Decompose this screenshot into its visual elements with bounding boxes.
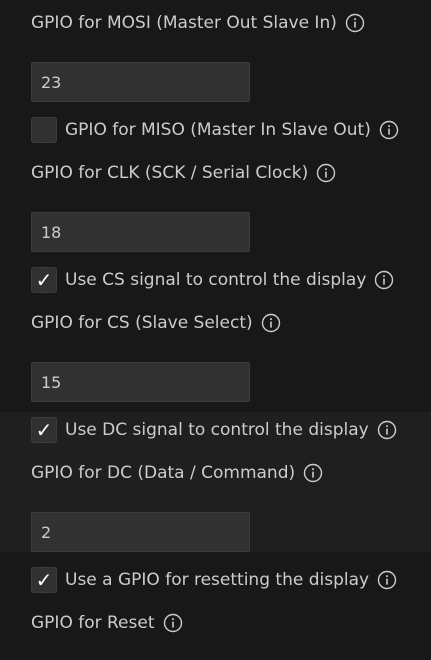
dc-label-text: GPIO for DC (Data / Command) xyxy=(31,463,296,483)
use-dc-checkbox[interactable]: ✓ xyxy=(31,417,57,443)
info-icon[interactable] xyxy=(303,463,323,483)
clk-label: GPIO for CLK (SCK / Serial Clock) xyxy=(31,162,336,184)
use-dc-checkbox-label: Use DC signal to control the display xyxy=(65,420,369,440)
dc-label: GPIO for DC (Data / Command) xyxy=(31,462,323,484)
spi-settings-panel: GPIO for MOSI (Master Out Slave In) GPIO… xyxy=(0,0,431,660)
cs-label-text: GPIO for CS (Slave Select) xyxy=(31,313,253,333)
use-dc-checkbox-row: ✓ Use DC signal to control the display xyxy=(31,417,397,443)
miso-checkbox[interactable] xyxy=(31,117,57,143)
info-icon[interactable] xyxy=(261,313,281,333)
use-cs-checkbox[interactable]: ✓ xyxy=(31,267,57,293)
info-icon[interactable] xyxy=(377,420,397,440)
miso-checkbox-label: GPIO for MISO (Master In Slave Out) xyxy=(65,120,371,140)
dc-gpio-input[interactable] xyxy=(31,512,250,552)
use-cs-checkbox-label: Use CS signal to control the display xyxy=(65,270,367,290)
use-reset-checkbox-row: ✓ Use a GPIO for resetting the display xyxy=(31,567,397,593)
cs-gpio-input[interactable] xyxy=(31,362,250,402)
info-icon[interactable] xyxy=(316,163,336,183)
info-icon[interactable] xyxy=(374,270,394,290)
mosi-label: GPIO for MOSI (Master Out Slave In) xyxy=(31,12,365,34)
mosi-label-text: GPIO for MOSI (Master Out Slave In) xyxy=(31,13,337,33)
info-icon[interactable] xyxy=(163,613,183,633)
info-icon[interactable] xyxy=(345,13,365,33)
info-icon[interactable] xyxy=(377,570,397,590)
use-cs-checkbox-row: ✓ Use CS signal to control the display xyxy=(31,267,394,293)
clk-gpio-input[interactable] xyxy=(31,212,250,252)
mosi-gpio-input[interactable] xyxy=(31,62,250,102)
reset-label: GPIO for Reset xyxy=(31,612,183,634)
clk-label-text: GPIO for CLK (SCK / Serial Clock) xyxy=(31,163,309,183)
use-reset-checkbox-label: Use a GPIO for resetting the display xyxy=(65,570,370,590)
reset-label-text: GPIO for Reset xyxy=(31,613,155,633)
info-icon[interactable] xyxy=(379,120,399,140)
use-reset-checkbox[interactable]: ✓ xyxy=(31,567,57,593)
miso-checkbox-row: GPIO for MISO (Master In Slave Out) xyxy=(31,117,399,143)
cs-label: GPIO for CS (Slave Select) xyxy=(31,312,281,334)
